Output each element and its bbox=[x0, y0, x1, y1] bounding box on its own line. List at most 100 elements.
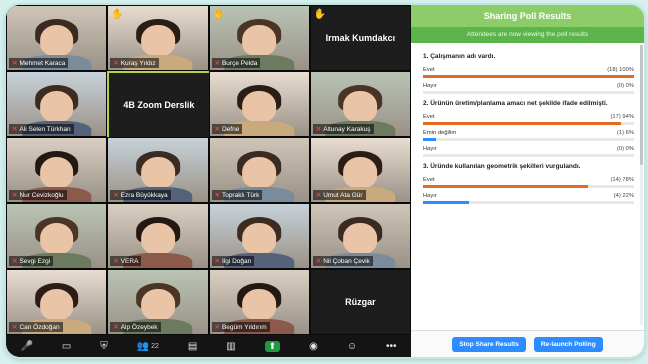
participant-name: Defne bbox=[221, 126, 240, 133]
muted-mic-icon: ✕ bbox=[214, 126, 220, 133]
participant-tile[interactable]: ✕ Ilgi Doğan bbox=[208, 203, 310, 269]
person-face bbox=[242, 91, 276, 122]
participant-tile[interactable]: ✕ Ali Selen Türkhan bbox=[6, 71, 108, 137]
participant-name: Ilgi Doğan bbox=[221, 258, 252, 265]
person-face bbox=[141, 223, 175, 254]
participants-button[interactable]: 👥 22 bbox=[137, 341, 159, 352]
participant-tile[interactable]: ✕ Ezra Büyükkaya bbox=[107, 137, 209, 203]
person-face bbox=[141, 289, 175, 320]
participant-name-label: ✕ Kuraş Yıldız bbox=[110, 58, 159, 68]
poll-result-bar bbox=[423, 154, 634, 157]
share-screen-button[interactable]: ⬆ bbox=[264, 340, 281, 352]
muted-mic-icon: ✕ bbox=[12, 60, 18, 67]
poll-answer-row: Evet (17) 94% bbox=[423, 114, 634, 120]
poll-answer: Hayır (4) 22% bbox=[423, 193, 634, 204]
relaunch-polling-button[interactable]: Re-launch Polling bbox=[533, 336, 603, 352]
person-face bbox=[39, 289, 74, 320]
participant-name: Burçe Pelda bbox=[221, 60, 258, 67]
participant-tile[interactable]: ✕ Kuraş Yıldız ✋ bbox=[107, 5, 209, 71]
more-dots-icon: ••• bbox=[385, 340, 397, 352]
participant-name: Umut Ata Gür bbox=[323, 192, 363, 199]
participant-tile[interactable]: ✕ Begüm Yıldırım bbox=[208, 269, 310, 335]
poll-answer-label: Hayır bbox=[423, 193, 437, 199]
poll-answer-count: (18) 100% bbox=[607, 67, 634, 73]
participant-tile[interactable]: ✕ Umut Ata Gür bbox=[309, 137, 411, 203]
scrollbar-thumb[interactable] bbox=[640, 45, 643, 165]
muted-mic-icon: ✕ bbox=[214, 60, 220, 67]
poll-answer-row: Hayır (4) 22% bbox=[423, 193, 634, 199]
participant-tile[interactable]: ✕ Mehmet Karaca bbox=[6, 5, 108, 71]
participant-display-name: Rüzgar bbox=[345, 297, 376, 307]
participant-name: Sevgi Ezgi bbox=[19, 258, 51, 265]
participant-tile[interactable]: ✕ Nur Cevizkoğlu bbox=[6, 137, 108, 203]
participant-name-label: ✕ Sevgi Ezgi bbox=[9, 256, 54, 266]
poll-result-bar bbox=[423, 75, 634, 78]
muted-mic-icon: ✕ bbox=[214, 324, 220, 331]
stop-share-results-button[interactable]: Stop Share Results bbox=[452, 336, 526, 352]
poll-question-title: 2. Ürünün üretim/planlama amacı net şeki… bbox=[423, 100, 608, 107]
participants-count: 22 bbox=[151, 342, 159, 350]
poll-result-bar bbox=[423, 201, 634, 204]
muted-mic-icon: ✕ bbox=[315, 258, 322, 265]
participant-name: Altunay Karakuş bbox=[323, 126, 371, 133]
person-face bbox=[141, 157, 175, 188]
participant-tile[interactable]: ✕ Altunay Karakuş bbox=[309, 71, 411, 137]
participant-tile[interactable]: ✕ Can Özdoğan bbox=[6, 269, 108, 335]
poll-answer-count: (14) 78% bbox=[610, 177, 634, 183]
participant-tile[interactable]: Irmak Kumdakcı ✋ bbox=[309, 5, 411, 71]
person-face bbox=[343, 223, 378, 254]
participant-tile[interactable]: Rüzgar bbox=[309, 269, 411, 335]
poll-scrollbar[interactable] bbox=[640, 45, 643, 325]
participant-tile[interactable]: ✕ Topraklı Türk bbox=[208, 137, 310, 203]
more-button[interactable]: ••• bbox=[386, 341, 397, 352]
zoom-window: ✕ Mehmet Karaca ✕ Kuraş Yıldız ✋ ✕ Burçe Pelda… bbox=[6, 5, 644, 357]
raised-hand-icon: ✋ bbox=[313, 9, 327, 20]
person-face bbox=[141, 25, 175, 56]
participant-tile[interactable]: 4B Zoom Derslik bbox=[107, 71, 211, 139]
participant-display-name: 4B Zoom Derslik bbox=[123, 100, 195, 110]
muted-mic-icon: ✕ bbox=[214, 192, 220, 199]
participant-tile[interactable]: ✕ Defne bbox=[208, 71, 310, 137]
chat-icon: ▤ bbox=[187, 340, 198, 352]
poll-result-fill bbox=[423, 122, 622, 125]
mute-button[interactable]: 🎤 bbox=[20, 341, 32, 352]
poll-answer-count: (1) 6% bbox=[616, 130, 634, 136]
chat-button[interactable]: ▤ bbox=[188, 341, 197, 352]
poll-result-bar bbox=[423, 91, 634, 94]
participant-tile[interactable]: ✕ Sevgi Ezgi bbox=[6, 203, 108, 269]
participant-tile[interactable]: ✕ VERA bbox=[107, 203, 209, 269]
poll-result-fill bbox=[423, 201, 470, 204]
poll-answer-row: Hayır (0) 0% bbox=[423, 146, 634, 152]
poll-answer-row: Evet (14) 78% bbox=[423, 177, 634, 183]
person-face bbox=[39, 157, 74, 188]
security-button[interactable]: ⛨ bbox=[100, 341, 108, 352]
record-icon: ◉ bbox=[309, 340, 318, 352]
participant-tile[interactable]: ✕ Burçe Pelda ✋ bbox=[208, 5, 310, 71]
person-face bbox=[39, 91, 74, 122]
gallery-view: ✕ Mehmet Karaca ✕ Kuraş Yıldız ✋ ✕ Burçe Pelda… bbox=[6, 5, 411, 335]
participant-name-label: ✕ Alp Özeybek bbox=[110, 322, 161, 332]
shield-icon: ⛨ bbox=[100, 340, 108, 352]
polls-button[interactable]: ▥ bbox=[226, 341, 235, 352]
person-face bbox=[242, 289, 276, 320]
participant-tile[interactable]: ✕ Alp Özeybek bbox=[107, 269, 209, 335]
participant-name-label: ✕ Ilgi Doğan bbox=[211, 256, 255, 266]
participant-name-label: ✕ Begüm Yıldırım bbox=[211, 322, 270, 332]
record-button[interactable]: ◉ bbox=[309, 341, 318, 352]
raised-hand-icon: ✋ bbox=[212, 9, 225, 20]
participant-name: Ali Selen Türkhan bbox=[19, 126, 71, 133]
participant-tile[interactable]: ✕ Nil Çoban Çevik bbox=[309, 203, 411, 269]
video-button[interactable]: ▭ bbox=[62, 341, 71, 352]
smile-icon: ☺ bbox=[346, 340, 358, 352]
participant-name-label: ✕ VERA bbox=[110, 256, 142, 266]
poll-answer-label: Evet bbox=[423, 177, 435, 183]
poll-result-fill bbox=[423, 185, 588, 188]
poll-result-fill bbox=[423, 75, 634, 78]
participant-name: Begüm Yıldırım bbox=[221, 324, 267, 331]
people-icon: 👥 bbox=[136, 340, 150, 352]
participant-name: Topraklı Türk bbox=[221, 192, 260, 199]
reactions-button[interactable]: ☺ bbox=[347, 341, 357, 352]
muted-mic-icon: ✕ bbox=[12, 324, 18, 331]
raised-hand-icon: ✋ bbox=[111, 9, 124, 20]
muted-mic-icon: ✕ bbox=[12, 126, 18, 133]
